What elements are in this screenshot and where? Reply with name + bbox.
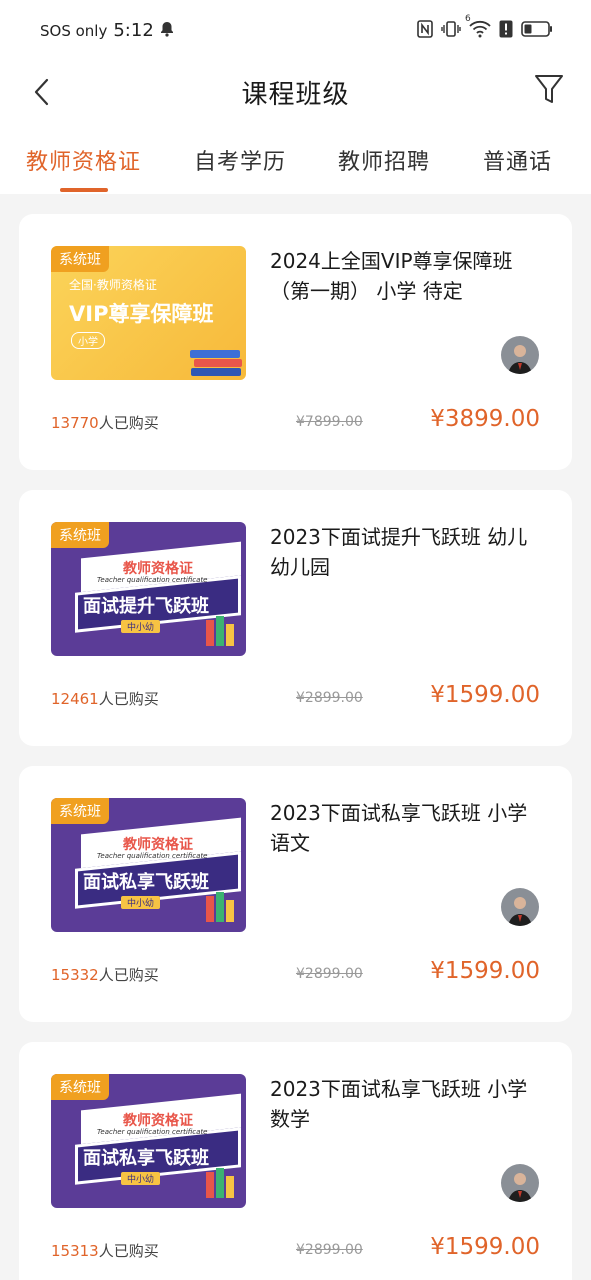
thumb-main-text: 面试私享飞跃班 bbox=[83, 1148, 209, 1169]
buyers-number: 15313 bbox=[51, 1242, 99, 1260]
sale-price: ¥1599.00 bbox=[430, 958, 540, 984]
course-title: 2024上全国VIP尊享保障班（第一期） 小学 待定 bbox=[270, 249, 513, 303]
tab-teacher-certificate[interactable]: 教师资格证 bbox=[26, 144, 141, 176]
tab-mandarin[interactable]: 普通话 bbox=[483, 144, 552, 176]
thumb-sub-text: 中小幼 bbox=[121, 896, 161, 909]
course-title: 2023下面试提升飞跃班 幼儿 幼儿园 bbox=[270, 525, 528, 579]
thumb-en-text: Teacher qualification certificate bbox=[97, 576, 208, 584]
course-thumbnail[interactable]: 系统班 全国·教师资格证 VIP尊享保障班 小学 bbox=[51, 246, 246, 380]
tab-self-study-degree[interactable]: 自考学历 bbox=[194, 144, 286, 176]
books-illustration-icon bbox=[206, 892, 234, 922]
books-illustration-icon bbox=[190, 350, 242, 376]
buyers-suffix: 人已购买 bbox=[98, 414, 159, 432]
class-type-badge: 系统班 bbox=[51, 1074, 109, 1100]
thumb-top-text: 教师资格证 bbox=[123, 837, 193, 853]
sale-price: ¥1599.00 bbox=[430, 1234, 540, 1260]
original-price: ¥7899.00 bbox=[296, 414, 363, 430]
sale-price: ¥3899.00 bbox=[430, 406, 540, 432]
class-type-badge: 系统班 bbox=[51, 246, 109, 272]
original-price: ¥2899.00 bbox=[296, 966, 363, 982]
buyers-number: 12461 bbox=[51, 690, 99, 708]
category-tabs: 教师资格证 自考学历 教师招聘 普通话 bbox=[0, 122, 591, 194]
alert-icon bbox=[499, 20, 513, 38]
thumb-main-text: 面试提升飞跃班 bbox=[83, 596, 209, 617]
original-price: ¥2899.00 bbox=[296, 690, 363, 706]
buyers-count: 15313人已购买 bbox=[51, 1240, 159, 1261]
course-card[interactable]: 系统班 教师资格证 Teacher qualification certific… bbox=[19, 490, 572, 746]
thumb-top-text: 教师资格证 bbox=[123, 1113, 193, 1129]
thumb-top-text: 全国·教师资格证 bbox=[69, 278, 157, 292]
class-type-badge: 系统班 bbox=[51, 522, 109, 548]
original-price: ¥2899.00 bbox=[296, 1242, 363, 1258]
buyers-count: 12461人已购买 bbox=[51, 688, 159, 709]
bell-icon bbox=[160, 21, 174, 41]
clock: 5:12 bbox=[113, 20, 154, 41]
buyers-number: 13770 bbox=[51, 414, 99, 432]
course-title: 2023下面试私享飞跃班 小学 语文 bbox=[270, 801, 528, 855]
active-tab-indicator bbox=[60, 188, 108, 192]
buyers-suffix: 人已购买 bbox=[98, 1242, 159, 1260]
teacher-avatar bbox=[501, 336, 539, 374]
thumb-sub-text: 中小幼 bbox=[121, 620, 161, 633]
course-thumbnail[interactable]: 系统班 教师资格证 Teacher qualification certific… bbox=[51, 798, 246, 932]
thumb-en-text: Teacher qualification certificate bbox=[97, 1128, 208, 1136]
filter-button[interactable] bbox=[531, 72, 567, 108]
buyers-count: 13770人已购买 bbox=[51, 412, 159, 433]
class-type-badge: 系统班 bbox=[51, 798, 109, 824]
course-card[interactable]: 系统班 全国·教师资格证 VIP尊享保障班 小学 2024上全国VIP尊享保障班… bbox=[19, 214, 572, 470]
buyers-number: 15332 bbox=[51, 966, 99, 984]
vibrate-icon bbox=[441, 20, 461, 38]
course-title: 2023下面试私享飞跃班 小学 数学 bbox=[270, 1077, 528, 1131]
buyers-suffix: 人已购买 bbox=[98, 690, 159, 708]
tab-teacher-recruitment[interactable]: 教师招聘 bbox=[338, 144, 430, 176]
course-thumbnail[interactable]: 系统班 教师资格证 Teacher qualification certific… bbox=[51, 1074, 246, 1208]
status-left: SOS only 5:12 bbox=[40, 20, 174, 41]
teacher-avatar bbox=[501, 888, 539, 926]
buyers-count: 15332人已购买 bbox=[51, 964, 159, 985]
thumb-sub-text: 中小幼 bbox=[121, 1172, 161, 1185]
thumb-sub-text: 小学 bbox=[71, 332, 105, 349]
carrier-text: SOS only bbox=[40, 21, 108, 40]
network-mark: 6 bbox=[465, 14, 471, 24]
battery-icon bbox=[521, 20, 553, 38]
wifi-icon: 6 bbox=[465, 14, 491, 38]
app-header: 课程班级 bbox=[0, 64, 591, 122]
course-thumbnail[interactable]: 系统班 教师资格证 Teacher qualification certific… bbox=[51, 522, 246, 656]
books-illustration-icon bbox=[206, 616, 234, 646]
thumb-en-text: Teacher qualification certificate bbox=[97, 852, 208, 860]
books-illustration-icon bbox=[206, 1168, 234, 1198]
status-right: 6 bbox=[417, 14, 553, 38]
thumb-main-text: VIP尊享保障班 bbox=[69, 302, 214, 326]
buyers-suffix: 人已购买 bbox=[98, 966, 159, 984]
course-card[interactable]: 系统班 教师资格证 Teacher qualification certific… bbox=[19, 1042, 572, 1280]
nfc-icon bbox=[417, 20, 433, 38]
thumb-main-text: 面试私享飞跃班 bbox=[83, 872, 209, 893]
teacher-avatar bbox=[501, 1164, 539, 1202]
thumb-top-text: 教师资格证 bbox=[123, 561, 193, 577]
status-bar: SOS only 5:12 6 bbox=[0, 0, 591, 64]
funnel-icon bbox=[535, 75, 563, 103]
sale-price: ¥1599.00 bbox=[430, 682, 540, 708]
page-title: 课程班级 bbox=[241, 80, 350, 110]
course-card[interactable]: 系统班 教师资格证 Teacher qualification certific… bbox=[19, 766, 572, 1022]
